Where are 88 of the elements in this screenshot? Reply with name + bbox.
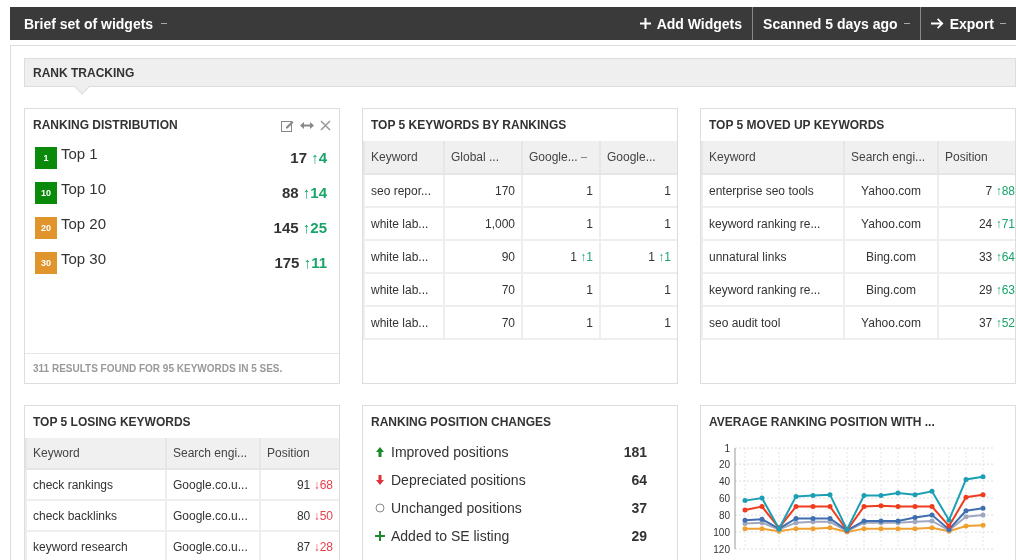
axis-label: 120 — [713, 544, 730, 555]
close-icon[interactable] — [320, 119, 331, 131]
table-cell: seo repor... — [364, 174, 444, 207]
arrow-up-icon — [376, 447, 384, 457]
table-cell: Bing.com — [844, 273, 938, 306]
dashboard-menu[interactable]: Brief set of widgets — [10, 15, 180, 32]
widget-title: TOP 5 MOVED UP KEYWORDS — [709, 118, 886, 132]
column-header[interactable]: Global ... — [444, 141, 522, 174]
change-count: 181 — [623, 444, 647, 460]
column-header[interactable]: Keyword — [26, 438, 166, 469]
plus-icon — [639, 18, 651, 29]
table-cell: unnatural links — [702, 240, 844, 273]
table-cell: 70 — [444, 273, 522, 306]
rank-badge: 1 — [35, 146, 57, 169]
table-cell: 1 — [522, 207, 600, 240]
column-header[interactable]: Google... — [522, 141, 600, 174]
add-widgets-button[interactable]: Add Widgets — [629, 7, 753, 40]
table-cell: 1,000 — [444, 207, 522, 240]
change-label: Depreciated positions — [391, 472, 527, 488]
table-cell: Yahoo.com — [844, 174, 938, 207]
rank-badge: 20 — [35, 216, 57, 239]
rank-label: Top 20 — [61, 215, 108, 232]
table-cell: 70 — [444, 306, 522, 339]
table-cell: keyword ranking re... — [702, 273, 844, 306]
table-cell: Bing.com — [844, 240, 938, 273]
plus-icon — [375, 531, 385, 541]
widget-title: TOP 5 LOSING KEYWORDS — [33, 415, 192, 429]
table-cell: keyword ranking re... — [702, 207, 844, 240]
table-cell: 1 — [522, 306, 600, 339]
column-header[interactable]: Search engi... — [166, 438, 260, 469]
column-header[interactable]: Google... — [600, 141, 677, 174]
table-cell: white lab... — [364, 306, 444, 339]
change-label: Improved positions — [391, 444, 510, 460]
results-summary: 311 RESULTS FOUND FOR 95 KEYWORDS IN 5 SES. — [25, 353, 339, 383]
column-header[interactable]: Keyword — [364, 141, 444, 174]
table-cell: white lab... — [364, 240, 444, 273]
table-cell: seo audit tool — [702, 306, 844, 339]
column-header[interactable]: Position — [260, 438, 339, 469]
axis-label: 60 — [718, 493, 730, 505]
table-cell: 90 — [444, 240, 522, 273]
table-cell: 170 — [444, 174, 522, 207]
rank-count: 175 ↑11 — [274, 254, 327, 271]
rank-count: 88 ↑14 — [281, 184, 327, 201]
change-count: 64 — [631, 472, 647, 488]
rank-badge: 10 — [35, 181, 57, 204]
column-header[interactable]: Keyword — [702, 141, 844, 174]
table-cell: enterprise seo tools — [702, 174, 844, 207]
rank-count: 17 ↑4 — [290, 149, 327, 166]
column-header[interactable]: Search engi... — [844, 141, 938, 174]
column-header[interactable]: Position — [938, 141, 1015, 174]
scan-date-menu[interactable]: Scanned 5 days ago — [752, 7, 920, 40]
edit-icon[interactable] — [281, 118, 294, 132]
rank-label: Top 1 — [61, 145, 99, 162]
table-cell: 1 — [522, 273, 600, 306]
table-cell: Yahoo.com — [844, 306, 938, 339]
change-count: 29 — [631, 528, 647, 544]
table-cell: keyword research — [26, 531, 166, 560]
axis-label: 100 — [713, 527, 730, 539]
arrow-right-icon — [930, 18, 944, 29]
widget-title: RANKING DISTRIBUTION — [33, 118, 179, 132]
rank-label: Top 10 — [61, 180, 108, 197]
arrow-down-icon — [376, 475, 384, 485]
table-cell: Yahoo.com — [844, 207, 938, 240]
resize-icon[interactable] — [300, 120, 314, 130]
axis-label: 80 — [718, 510, 730, 522]
axis-label: 40 — [718, 476, 730, 488]
table-cell: Google.co.u... — [166, 500, 260, 531]
widget-title: TOP 5 KEYWORDS BY RANKINGS — [371, 118, 568, 132]
axis-label: 20 — [718, 459, 730, 471]
widget-title: RANKING POSITION CHANGES — [371, 415, 552, 429]
export-button[interactable]: Export — [919, 7, 1016, 40]
widget-title: AVERAGE RANKING POSITION WITH ... — [709, 415, 936, 429]
table-cell: check rankings — [26, 469, 166, 500]
rank-label: Top 30 — [61, 250, 108, 267]
section-title: RANK TRACKING — [33, 65, 135, 80]
rank-count: 145 ↑25 — [273, 219, 327, 236]
circle-icon — [375, 503, 385, 513]
change-count: 37 — [631, 500, 647, 516]
change-label: Added to SE listing — [391, 528, 511, 544]
table-cell: 1 — [522, 174, 600, 207]
table-cell: 1 ↑1 — [522, 240, 600, 273]
axis-label: 1 — [724, 443, 730, 454]
rank-badge: 30 — [35, 251, 57, 274]
table-cell: white lab... — [364, 273, 444, 306]
table-cell: Google.co.u... — [166, 469, 260, 500]
change-label: Unchanged positions — [391, 500, 523, 516]
table-cell: check backlinks — [26, 500, 166, 531]
table-cell: white lab... — [364, 207, 444, 240]
